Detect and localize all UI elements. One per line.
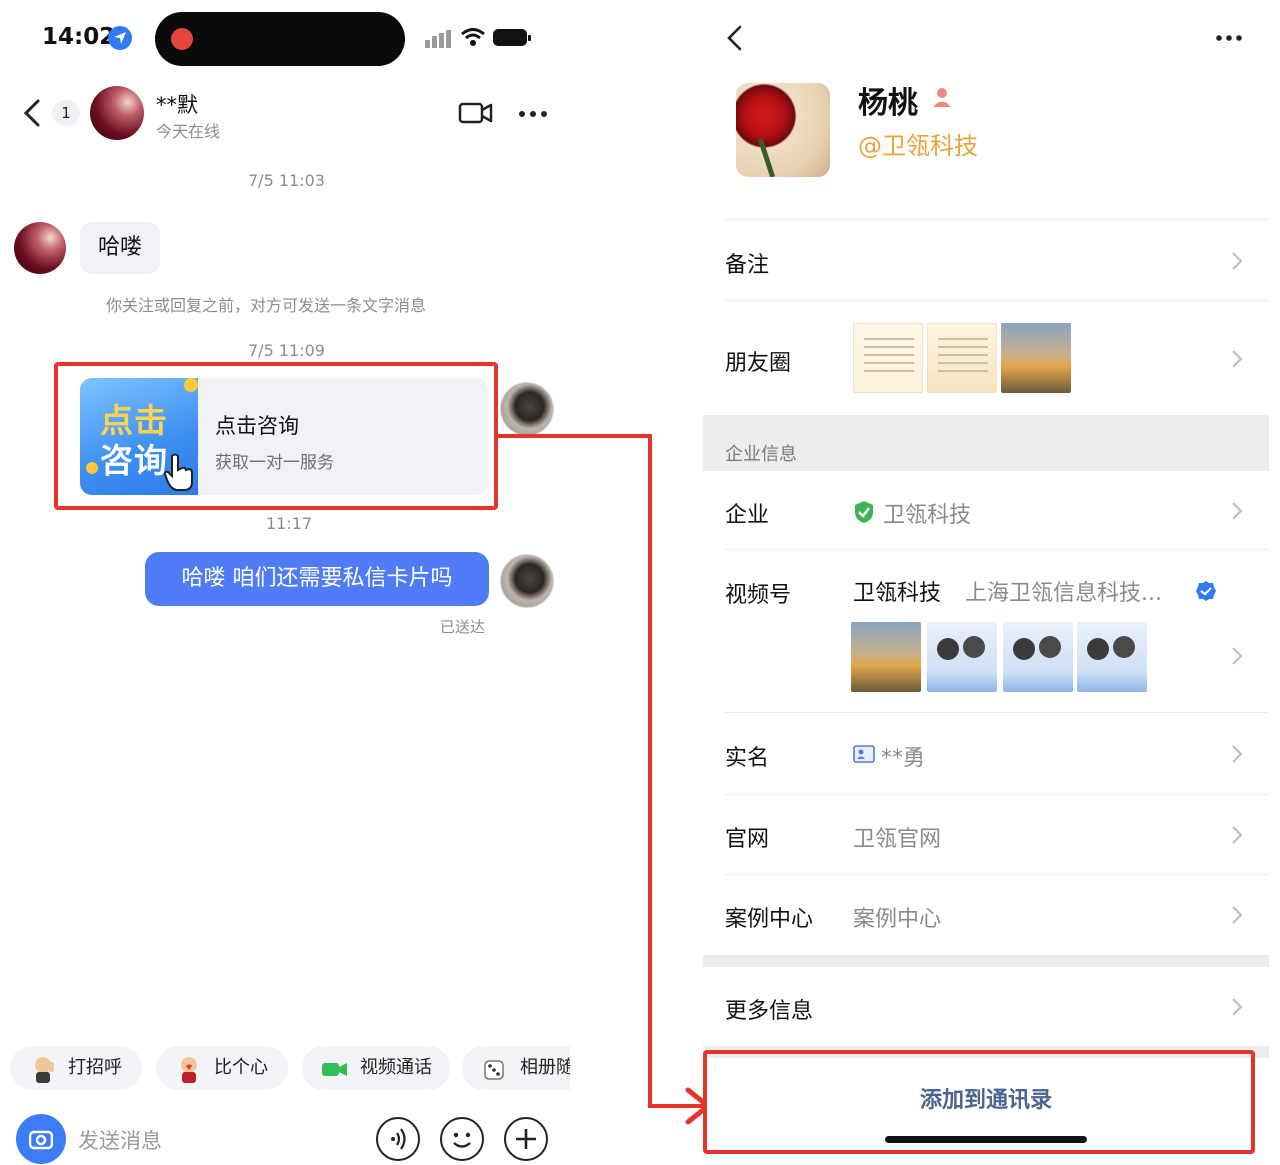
enterprise-value[interactable]: 卫瓴科技 — [883, 497, 971, 529]
chevron-right-icon — [1232, 745, 1243, 763]
channels-thumbnail[interactable] — [927, 622, 997, 692]
channels-thumbnail[interactable] — [1077, 622, 1147, 692]
realname-value: **勇 — [881, 746, 926, 771]
rose-stem — [757, 138, 776, 177]
profile-screen: 杨桃 @卫瓴科技 备注 朋友圈 企业信息 企业 卫瓴科技 视频号 卫瓴科技 上海… — [703, 0, 1269, 1165]
divider — [725, 874, 1269, 875]
chevron-right-icon — [1232, 998, 1243, 1016]
chevron-right-icon — [1232, 502, 1243, 520]
more-info-row[interactable]: 更多信息 — [725, 993, 813, 1025]
profile-org-handle[interactable]: @卫瓴科技 — [858, 126, 978, 161]
moments-thumbnail[interactable] — [853, 323, 923, 393]
section-gap — [703, 955, 1269, 967]
id-card-icon — [853, 745, 875, 763]
chevron-right-icon — [1232, 252, 1243, 270]
verified-shield-icon — [855, 501, 873, 523]
more-options-icon[interactable] — [1215, 34, 1243, 42]
divider — [725, 794, 1269, 795]
section-header-enterprise: 企业信息 — [725, 444, 797, 465]
person-badge-icon — [933, 88, 951, 107]
website-value[interactable]: 卫瓴官网 — [853, 821, 941, 853]
cases-label: 案例中心 — [725, 907, 814, 932]
moments-thumbnail[interactable] — [1001, 323, 1071, 393]
highlight-box-add-button — [703, 1050, 1255, 1154]
remark-row[interactable]: 备注 — [725, 247, 769, 279]
back-button[interactable] — [725, 24, 745, 52]
channels-name[interactable]: 卫瓴科技 — [853, 575, 941, 607]
divider — [725, 300, 1269, 301]
divider — [725, 712, 1269, 713]
divider — [725, 219, 1269, 220]
profile-avatar[interactable] — [736, 83, 830, 177]
chevron-right-icon — [1232, 826, 1243, 844]
cases-value[interactable]: 案例中心 — [853, 901, 941, 933]
profile-name: 杨桃 — [858, 86, 918, 121]
moments-row[interactable]: 朋友圈 — [725, 345, 791, 377]
chevron-right-icon — [1232, 647, 1243, 665]
channels-company: 上海卫瓴信息科技... — [965, 581, 1162, 606]
channels-thumbnail[interactable] — [851, 622, 921, 692]
website-label: 官网 — [725, 827, 770, 852]
verified-badge-icon — [1196, 581, 1216, 601]
divider — [725, 549, 1269, 550]
realname-label: 实名 — [725, 746, 770, 771]
enterprise-label: 企业 — [725, 503, 770, 528]
chevron-right-icon — [1232, 350, 1243, 368]
channels-thumbnail[interactable] — [1003, 622, 1073, 692]
moments-thumbnail[interactable] — [927, 323, 997, 393]
chevron-right-icon — [1232, 906, 1243, 924]
channels-label: 视频号 — [725, 583, 792, 608]
